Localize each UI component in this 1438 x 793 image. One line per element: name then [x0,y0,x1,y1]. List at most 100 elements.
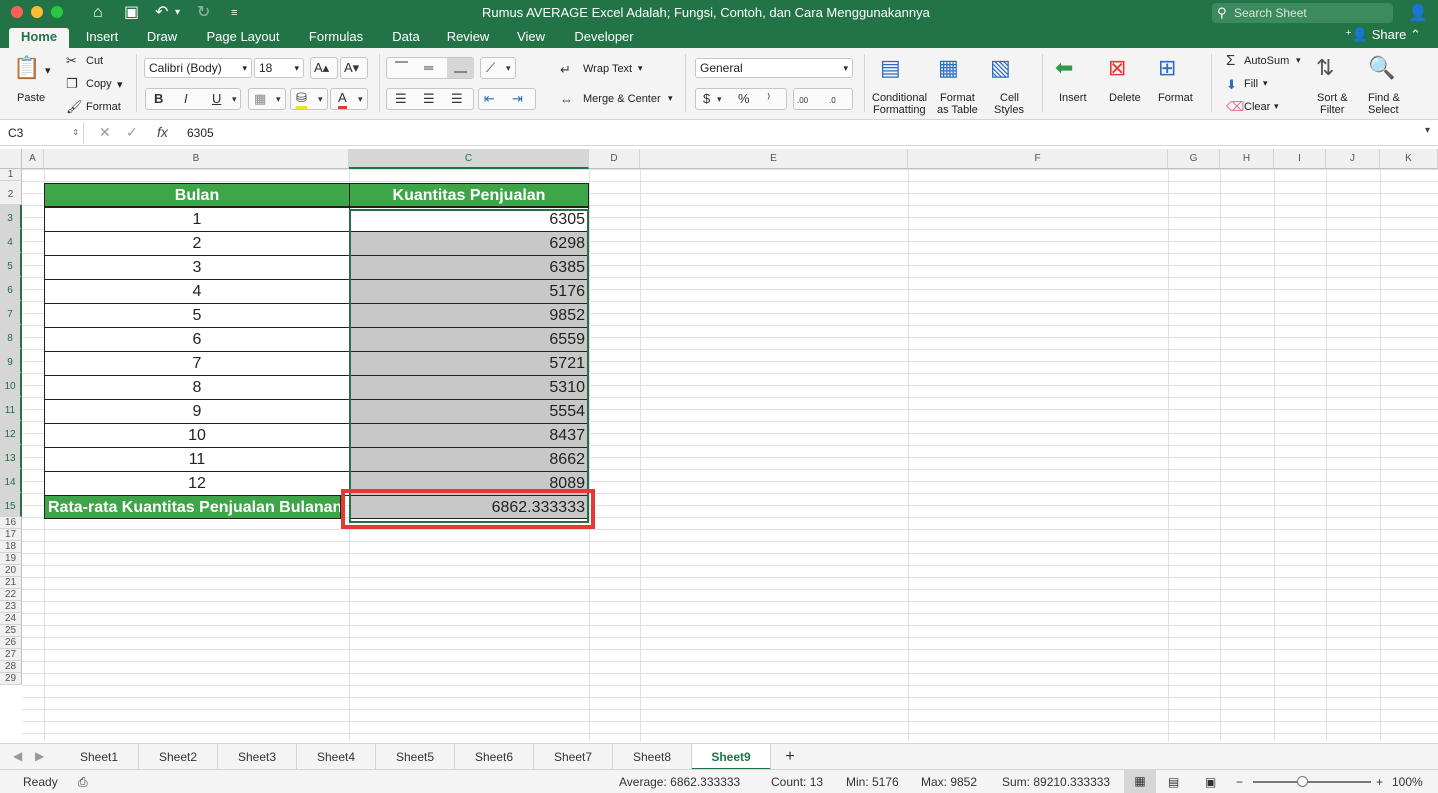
top-align-icon[interactable]: ⎺ [395,60,408,76]
bold-button[interactable]: B [154,91,163,107]
undo-icon[interactable]: ↶ [155,3,168,23]
copy-button[interactable]: Copy [86,78,112,90]
cell-kuantitas[interactable]: 5176 [349,279,589,304]
cell-kuantitas[interactable]: 5310 [349,375,589,400]
normal-view-icon[interactable]: ▦ [1124,770,1156,793]
column-header-c[interactable]: C [349,149,589,169]
underline-button[interactable]: U [212,91,221,107]
home-icon[interactable]: ⌂ [93,3,103,23]
row-header-25[interactable]: 25 [0,625,22,637]
tab-formulas[interactable]: Formulas [303,28,369,48]
decrease-indent-icon[interactable]: ⇤ [484,91,495,107]
sheet-tab-sheet5[interactable]: Sheet5 [376,744,455,770]
row-header-22[interactable]: 22 [0,589,22,601]
row-header-8[interactable]: 8 [0,325,22,349]
sheet-tab-sheet4[interactable]: Sheet4 [297,744,376,770]
sheet-tab-sheet1[interactable]: Sheet1 [60,744,139,770]
cell-kuantitas[interactable]: 6385 [349,255,589,280]
column-header-a[interactable]: A [22,149,44,169]
decrease-decimal-button[interactable]: .0 [829,93,836,109]
percent-button[interactable]: % [738,91,750,107]
search-sheet-input[interactable]: ⚲ Search Sheet [1212,3,1393,23]
sheet-tab-sheet6[interactable]: Sheet6 [455,744,534,770]
row-header-10[interactable]: 10 [0,373,22,397]
tab-home[interactable]: Home [9,28,69,48]
undo-dropdown-icon[interactable]: ▾ [175,3,180,23]
borders-button[interactable]: ▦ ▾ [248,88,286,110]
increase-font-button[interactable]: A▴ [310,57,338,79]
sort-filter-icon[interactable]: ⇅ [1316,56,1334,80]
font-color-button[interactable]: A ▾ [330,88,368,110]
row-header-12[interactable]: 12 [0,421,22,445]
sheet-tab-sheet9[interactable]: Sheet9 [692,744,771,770]
row-header-24[interactable]: 24 [0,613,22,625]
row-header-2[interactable]: 2 [0,181,22,205]
prev-sheet-icon[interactable]: ◀ [13,749,22,763]
middle-align-icon[interactable]: ═ [424,60,433,76]
zoom-out-icon[interactable]: − [1236,775,1243,789]
row-header-18[interactable]: 18 [0,541,22,553]
underline-dropdown-icon[interactable]: ▾ [232,91,237,107]
merge-center-button[interactable]: Merge & Center [583,93,661,105]
row-header-7[interactable]: 7 [0,301,22,325]
row-header-13[interactable]: 13 [0,445,22,469]
tab-data[interactable]: Data [386,28,426,48]
bottom-align-icon[interactable]: ⎽ [447,58,474,78]
orientation-button[interactable]: ⟋ ▾ [480,57,516,79]
tab-insert[interactable]: Insert [80,28,124,48]
row-header-29[interactable]: 29 [0,673,22,685]
wrap-text-dropdown-icon[interactable]: ▾ [638,63,643,74]
row-header-15[interactable]: 15 [0,493,22,517]
close-window-button[interactable] [11,6,23,18]
cell-bulan[interactable]: 6 [44,327,350,352]
font-size-select[interactable]: 18 ▾ [254,58,304,78]
row-header-9[interactable]: 9 [0,349,22,373]
increase-decimal-button[interactable]: .00 [797,93,808,109]
autosum-icon[interactable]: Σ [1226,53,1235,69]
cell-bulan[interactable]: 1 [44,207,350,232]
tab-view[interactable]: View [510,28,552,48]
find-select-label-1[interactable]: Find & [1368,92,1400,104]
column-header-e[interactable]: E [640,149,908,169]
user-icon[interactable]: 👤 [1408,3,1428,23]
wrap-text-icon[interactable]: ↵ [560,62,571,78]
align-left-icon[interactable]: ☰ [395,91,407,107]
cancel-icon[interactable]: ✕ [99,124,111,141]
zoom-level[interactable]: 100% [1392,775,1423,789]
formula-input[interactable]: 6305 [187,126,214,140]
sheet-tab-sheet7[interactable]: Sheet7 [534,744,613,770]
row-header-16[interactable]: 16 [0,517,22,529]
conditional-formatting-label-1[interactable]: Conditional [872,92,927,104]
column-header-d[interactable]: D [589,149,640,169]
cell-kuantitas[interactable]: 6298 [349,231,589,256]
header-kuantitas[interactable]: Kuantitas Penjualan [349,183,589,207]
share-button[interactable]: ⁺👤 Share [1345,27,1406,43]
row-header-19[interactable]: 19 [0,553,22,565]
find-select-icon[interactable]: 🔍 [1368,56,1395,80]
row-header-11[interactable]: 11 [0,397,22,421]
cell-bulan[interactable]: 11 [44,447,350,472]
tab-draw[interactable]: Draw [142,28,182,48]
macro-record-icon[interactable]: ⎙ [78,775,88,790]
sort-filter-label-2[interactable]: Filter [1320,104,1344,116]
row-header-23[interactable]: 23 [0,601,22,613]
select-all-corner[interactable] [0,149,22,169]
collapse-ribbon-icon[interactable]: ⌃ [1410,27,1421,43]
cell-bulan[interactable]: 2 [44,231,350,256]
enter-icon[interactable]: ✓ [126,124,138,141]
format-painter-button[interactable]: Format [86,101,121,113]
sheet-tab-sheet2[interactable]: Sheet2 [139,744,218,770]
wrap-text-button[interactable]: Wrap Text [583,63,632,75]
format-as-table-label-2[interactable]: as Table [937,104,978,116]
zoom-slider-handle[interactable] [1297,776,1308,787]
sheet-tab-sheet3[interactable]: Sheet3 [218,744,297,770]
increase-indent-icon[interactable]: ⇥ [512,91,523,107]
row-header-28[interactable]: 28 [0,661,22,673]
column-header-i[interactable]: I [1274,149,1326,169]
find-select-label-2[interactable]: Select [1368,104,1399,116]
autosum-dropdown-icon[interactable]: ▾ [1296,55,1301,66]
delete-cells-icon[interactable]: ⊠ [1108,56,1126,80]
currency-button[interactable]: $ [703,91,710,107]
cell-bulan[interactable]: 9 [44,399,350,424]
comma-button[interactable]: ⁾ [767,91,770,107]
